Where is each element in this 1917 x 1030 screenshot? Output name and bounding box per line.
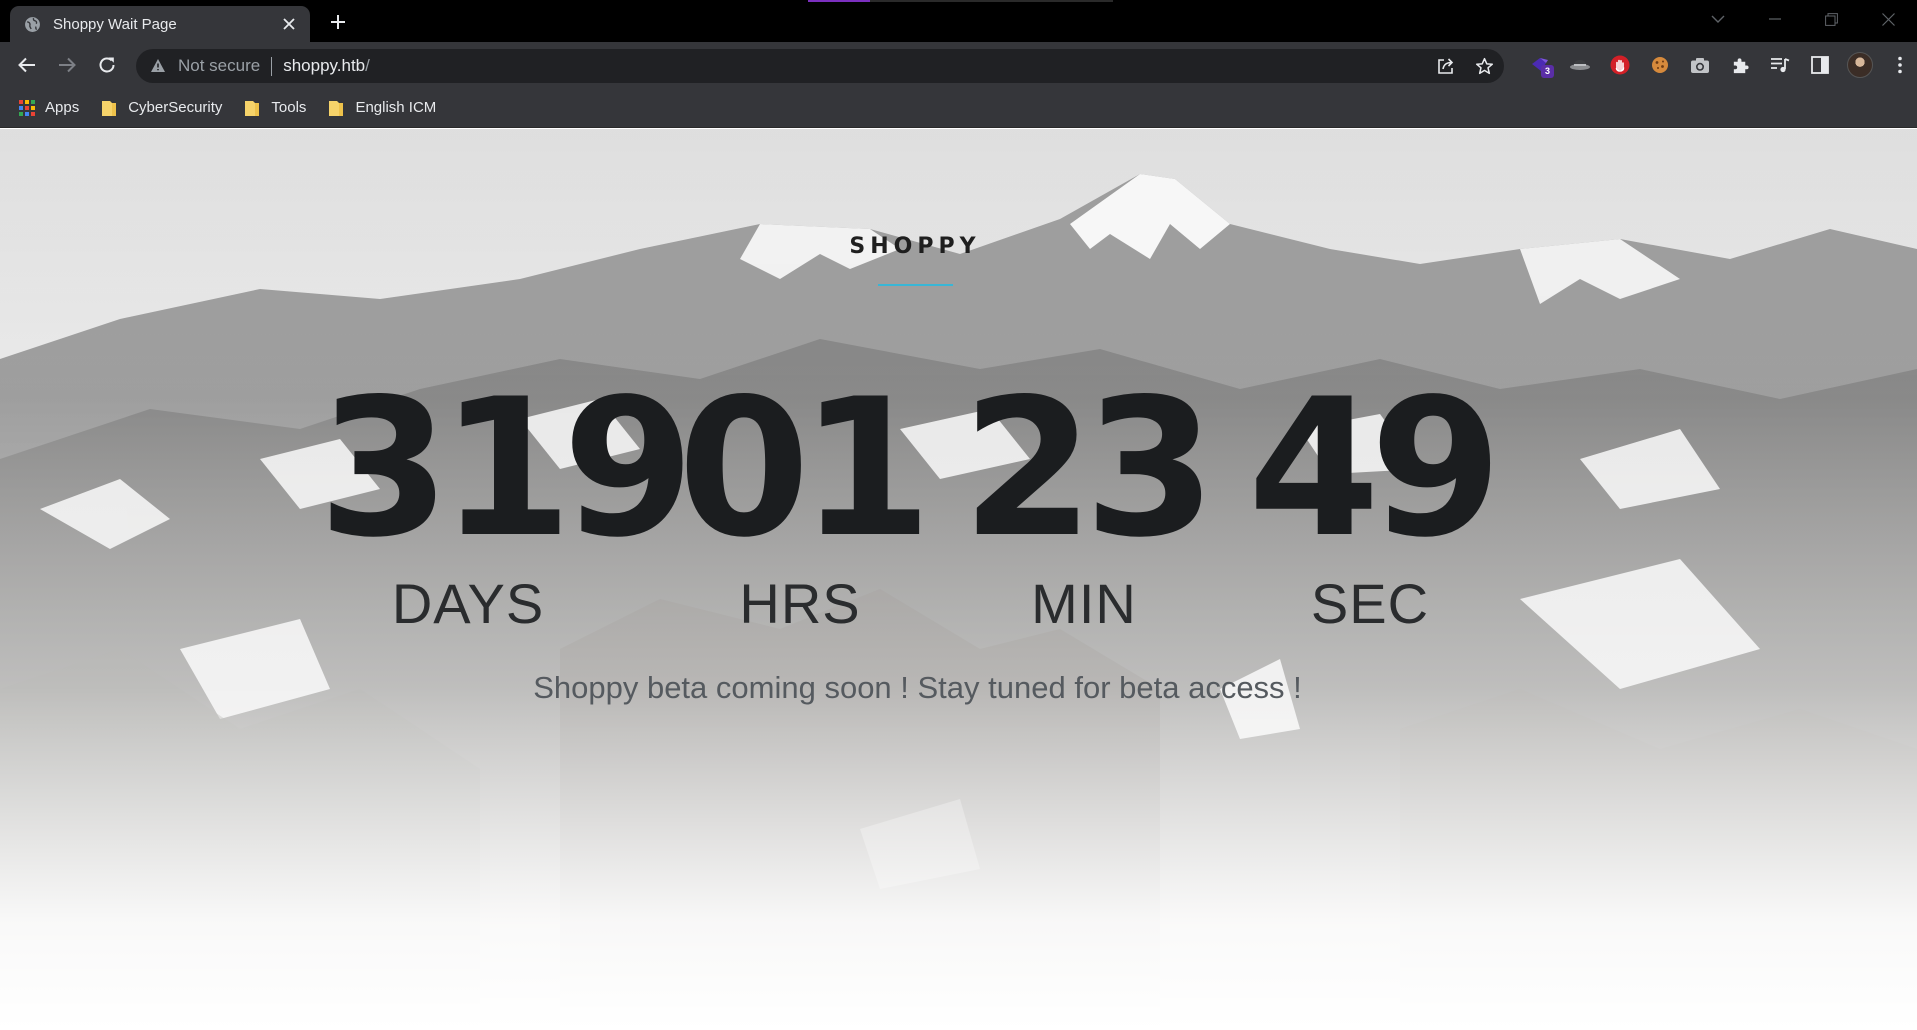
tab-search-chevron-icon[interactable] <box>1689 0 1746 38</box>
back-arrow-icon[interactable] <box>13 51 41 79</box>
close-tab-icon[interactable] <box>278 13 300 35</box>
bookmark-star-icon[interactable] <box>1475 57 1494 76</box>
seconds-value: 49 <box>1247 358 1502 579</box>
days-value: 319 <box>318 358 695 579</box>
url-path[interactable]: / <box>365 56 370 76</box>
tab-title: Shoppy Wait Page <box>53 15 177 33</box>
brand-title: SHOPPY <box>849 234 981 259</box>
seconds-label: SEC <box>1310 572 1430 635</box>
bookmark-label: Tools <box>271 99 307 116</box>
stop-hand-extension-icon[interactable] <box>1600 51 1640 79</box>
bookmark-folder-english-icm[interactable]: English ICM <box>328 99 436 117</box>
media-progress-strip <box>808 0 1113 2</box>
coming-soon-message: Shoppy beta coming soon ! Stay tuned for… <box>533 670 1302 705</box>
restore-icon[interactable] <box>1803 0 1860 38</box>
minutes-value: 23 <box>961 358 1216 579</box>
minutes-label: MIN <box>1031 572 1137 635</box>
countdown-timer: 319 DAYS 01 HRS 23 MIN 49 SEC <box>0 374 1917 636</box>
cookie-extension-icon[interactable] <box>1640 51 1680 79</box>
countdown-minutes: 23 MIN <box>934 358 1234 636</box>
browser-titlebar: Shoppy Wait Page <box>0 0 1917 42</box>
security-status-label[interactable]: Not secure <box>178 56 260 76</box>
side-panel-icon[interactable] <box>1800 51 1840 79</box>
share-icon[interactable] <box>1436 57 1455 76</box>
countdown-seconds: 49 SEC <box>1220 358 1520 636</box>
extensions-area: 3 <box>1520 51 1917 79</box>
extension-badge-count: 3 <box>1541 65 1554 78</box>
hours-label: HRS <box>739 572 861 635</box>
apps-grid-icon <box>18 99 36 117</box>
bookmark-folder-cybersecurity[interactable]: CyberSecurity <box>101 99 222 117</box>
brand-underline <box>878 284 953 286</box>
extensions-puzzle-icon[interactable] <box>1720 51 1760 79</box>
bookmark-folder-tools[interactable]: Tools <box>244 99 306 117</box>
camera-extension-icon[interactable] <box>1680 51 1720 79</box>
close-window-icon[interactable] <box>1860 0 1917 38</box>
url-host[interactable]: shoppy.htb <box>283 56 365 76</box>
folder-icon <box>328 99 346 117</box>
tab-shoppy-wait-page[interactable]: Shoppy Wait Page <box>10 6 310 42</box>
bookmarks-bar: Apps CyberSecurity Tools English ICM <box>0 88 1917 128</box>
folder-icon <box>244 99 262 117</box>
omnibox-actions <box>1436 49 1494 83</box>
warning-triangle-icon[interactable] <box>150 58 166 74</box>
countdown-days: 319 DAYS <box>318 358 695 636</box>
bookmark-label: English ICM <box>355 99 437 116</box>
omnibox-divider <box>271 56 273 76</box>
folder-icon <box>101 99 119 117</box>
days-label: DAYS <box>391 572 545 635</box>
bookmark-label: CyberSecurity <box>128 99 223 116</box>
more-menu-kebab-icon[interactable] <box>1880 51 1917 79</box>
window-controls <box>1689 0 1917 38</box>
address-bar[interactable]: Not secure shoppy.htb / <box>136 49 1504 83</box>
minimize-icon[interactable] <box>1746 0 1803 38</box>
hat-spy-extension-icon[interactable] <box>1560 51 1600 79</box>
hours-value: 01 <box>677 358 932 579</box>
browser-toolbar: Not secure shoppy.htb/ 3 <box>0 42 1917 88</box>
purple-extension-icon[interactable]: 3 <box>1520 51 1560 79</box>
page-viewport: SHOPPY 319 DAYS 01 HRS 23 MIN 49 SEC Sho… <box>0 129 1917 1030</box>
media-queue-icon[interactable] <box>1760 51 1800 79</box>
forward-arrow-icon[interactable] <box>53 51 81 79</box>
reload-icon[interactable] <box>93 51 121 79</box>
countdown-hours: 01 HRS <box>650 358 950 636</box>
new-tab-plus-icon[interactable] <box>326 10 350 34</box>
bookmark-apps[interactable]: Apps <box>18 99 79 117</box>
profile-avatar[interactable] <box>1840 51 1880 79</box>
globe-icon <box>24 16 41 33</box>
bookmark-label: Apps <box>45 99 80 116</box>
